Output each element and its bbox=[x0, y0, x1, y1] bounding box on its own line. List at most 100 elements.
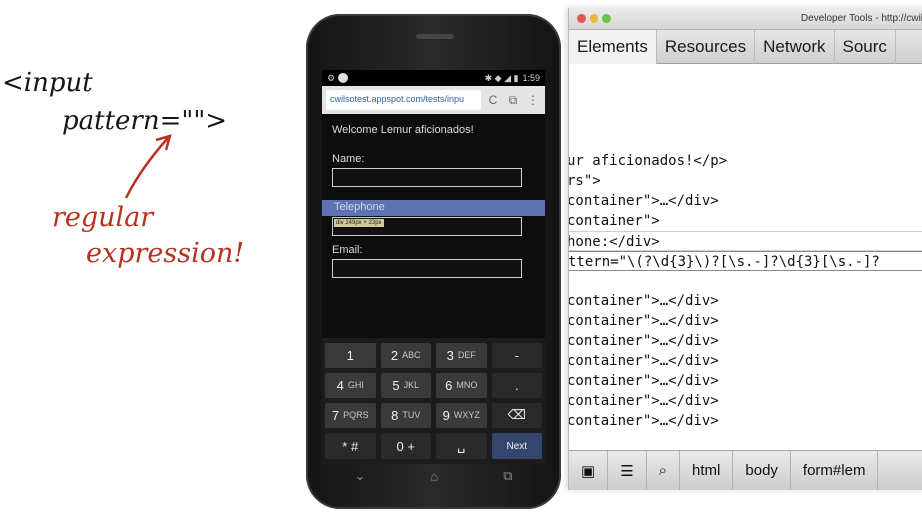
tabs-icon[interactable]: ⧉ bbox=[505, 91, 521, 109]
key-main-label: ⌫ bbox=[507, 407, 526, 423]
status-time: 1:59 bbox=[522, 73, 540, 83]
key-sub-label: TUV bbox=[402, 410, 421, 421]
dom-node-line[interactable]: container">…</div> bbox=[569, 371, 922, 391]
key-11[interactable]: ⌫ bbox=[491, 402, 542, 429]
tab-sourc[interactable]: Sourc bbox=[835, 29, 896, 64]
browser-url-bar: cwilsotest.appspot.com/tests/inpu C ⧉ ⋮ bbox=[322, 86, 545, 114]
dom-tree: ur aficionados!</p> rs"> container">…</div… bbox=[569, 151, 922, 431]
key-0[interactable]: 1 bbox=[325, 343, 376, 368]
status-right-icons: ✱ ◆ ◢ ▮ bbox=[484, 72, 519, 83]
devtools-window: Developer Tools - http://cwils Elements R… bbox=[568, 8, 922, 490]
key-4[interactable]: 4 GHI bbox=[325, 372, 376, 398]
dom-node-line[interactable]: container">…</div> bbox=[569, 311, 922, 331]
key-sub-label: WXYZ bbox=[453, 410, 480, 421]
key-main-label: - bbox=[514, 347, 519, 363]
annotation-arrow-icon bbox=[124, 134, 172, 199]
dom-node-line[interactable] bbox=[569, 271, 922, 291]
key-main-label: 8 bbox=[391, 407, 399, 423]
key-10[interactable]: 9 WXYZ bbox=[436, 402, 487, 429]
devtools-bottom-bar: ▣ ☰ ⌕ html body form#lem bbox=[569, 450, 922, 490]
url-field[interactable]: cwilsotest.appspot.com/tests/inpu bbox=[326, 90, 481, 110]
handwritten-expression: expression! bbox=[86, 238, 245, 269]
key-sub-label: MNO bbox=[456, 380, 478, 391]
telephone-label: Telephone bbox=[334, 201, 385, 213]
dom-node-line[interactable]: container">…</div> bbox=[569, 391, 922, 411]
key-1[interactable]: 2 ABC bbox=[380, 343, 431, 368]
key-5[interactable]: 5 JKL bbox=[380, 372, 431, 398]
key-main-label: 4 bbox=[336, 377, 344, 393]
telephone-field[interactable]: div 249px × 23px bbox=[332, 217, 522, 236]
dom-node-line[interactable]: container">…</div> bbox=[569, 191, 922, 211]
dock-icon[interactable]: ▣ bbox=[569, 450, 609, 490]
key-main-label: * # bbox=[342, 438, 359, 454]
search-icon[interactable]: ⌕ bbox=[647, 450, 681, 490]
key-main-label: 0 + bbox=[396, 438, 415, 454]
dom-node-line[interactable]: container">…</div> bbox=[569, 411, 922, 431]
key-main-label: 7 bbox=[331, 407, 340, 423]
key-6[interactable]: 6 MNO bbox=[436, 372, 487, 398]
window-titlebar: Developer Tools - http://cwils bbox=[569, 8, 922, 30]
dom-node-line[interactable]: ur aficionados!</p> bbox=[569, 151, 922, 171]
key-14[interactable]: ␣ bbox=[436, 433, 487, 459]
phone-speaker bbox=[416, 34, 454, 39]
home-icon[interactable]: ⌂ bbox=[430, 469, 438, 484]
welcome-text: Welcome Lemur aficionados! bbox=[332, 124, 474, 136]
key-sub-label: ABC bbox=[402, 350, 421, 361]
key-main-label: 3 bbox=[446, 347, 454, 363]
breadcrumb-form[interactable]: form#lem bbox=[791, 450, 879, 490]
key-7[interactable]: . bbox=[491, 372, 542, 398]
key-sub-label: GHI bbox=[347, 380, 364, 391]
key-main-label: Next bbox=[506, 440, 528, 452]
key-15[interactable]: Next bbox=[491, 433, 542, 459]
phone-screen: ⚙ ⚪ ✱ ◆ ◢ ▮ 1:59 cwilsotest.appspot.com/… bbox=[322, 70, 545, 464]
numeric-keyboard: 1 2 ABC 3 DEF -4 GHI 5 JKL 6 MNO. 7 PQRS 8 TUV 9 WXYZ ⌫ * … bbox=[322, 338, 545, 464]
key-3[interactable]: - bbox=[491, 343, 542, 368]
minimize-window-button[interactable] bbox=[589, 14, 599, 23]
breadcrumb-html[interactable]: html bbox=[680, 450, 734, 490]
web-page: Welcome Lemur aficionados! Name: Telepho… bbox=[322, 114, 545, 278]
dom-node-line[interactable]: container"> bbox=[569, 211, 922, 231]
key-sub-label: PQRS bbox=[343, 410, 369, 421]
pattern-attribute-editor[interactable]: ttern="\(?\d{3}\)?[\s.-]?\d{3}[\s.-]? bbox=[569, 251, 922, 271]
window-title: Developer Tools - http://cwils bbox=[800, 13, 922, 24]
dom-node-line[interactable]: rs"> bbox=[569, 171, 922, 191]
android-phone: ⚙ ⚪ ✱ ◆ ◢ ▮ 1:59 cwilsotest.appspot.com/… bbox=[306, 14, 561, 509]
key-main-label: 2 bbox=[390, 347, 399, 363]
key-8[interactable]: 7 PQRS bbox=[325, 402, 376, 429]
dom-node-line[interactable]: container">…</div> bbox=[569, 291, 922, 311]
inspect-tooltip: div 249px × 23px bbox=[334, 219, 384, 227]
handwritten-regular: regular bbox=[52, 202, 154, 233]
menu-icon[interactable]: ⋮ bbox=[525, 91, 541, 109]
key-13[interactable]: 0 + bbox=[380, 433, 431, 459]
telephone-row: Telephone div 249px × 23px bbox=[322, 200, 545, 248]
tab-network[interactable]: Network bbox=[755, 29, 835, 64]
key-main-label: . bbox=[514, 377, 519, 393]
key-main-label: 5 bbox=[392, 377, 400, 393]
dom-node-line[interactable]: container">…</div> bbox=[569, 351, 922, 371]
name-label: Name: bbox=[332, 153, 365, 165]
tab-elements[interactable]: Elements bbox=[569, 29, 657, 64]
email-field[interactable] bbox=[332, 259, 522, 278]
recent-apps-icon[interactable]: ⧉ bbox=[503, 468, 512, 484]
console-icon[interactable]: ☰ bbox=[608, 450, 647, 490]
key-sub-label: DEF bbox=[457, 350, 476, 361]
tab-resources[interactable]: Resources bbox=[657, 29, 756, 64]
name-field[interactable] bbox=[332, 168, 522, 187]
devtools-tabs: Elements Resources Network Sourc bbox=[569, 29, 922, 64]
breadcrumb-body[interactable]: body bbox=[733, 450, 791, 490]
key-main-label: ␣ bbox=[457, 438, 466, 454]
key-sub-label: JKL bbox=[403, 380, 420, 391]
reload-icon[interactable]: C bbox=[485, 91, 501, 109]
status-bar: ⚙ ⚪ ✱ ◆ ◢ ▮ 1:59 bbox=[322, 70, 545, 86]
status-left-icons: ⚙ ⚪ bbox=[327, 72, 349, 83]
dom-node-line[interactable]: hone:</div> bbox=[569, 231, 922, 251]
back-icon[interactable]: ⌄ bbox=[354, 468, 365, 484]
dom-node-line[interactable]: container">…</div> bbox=[569, 331, 922, 351]
handwritten-input-tag: <input bbox=[2, 68, 93, 98]
key-2[interactable]: 3 DEF bbox=[436, 343, 487, 368]
android-nav-bar: ⌄ ⌂ ⧉ bbox=[322, 466, 545, 486]
zoom-window-button[interactable] bbox=[602, 14, 611, 23]
close-window-button[interactable] bbox=[577, 14, 586, 23]
key-9[interactable]: 8 TUV bbox=[380, 402, 431, 429]
key-12[interactable]: * # bbox=[325, 433, 376, 459]
